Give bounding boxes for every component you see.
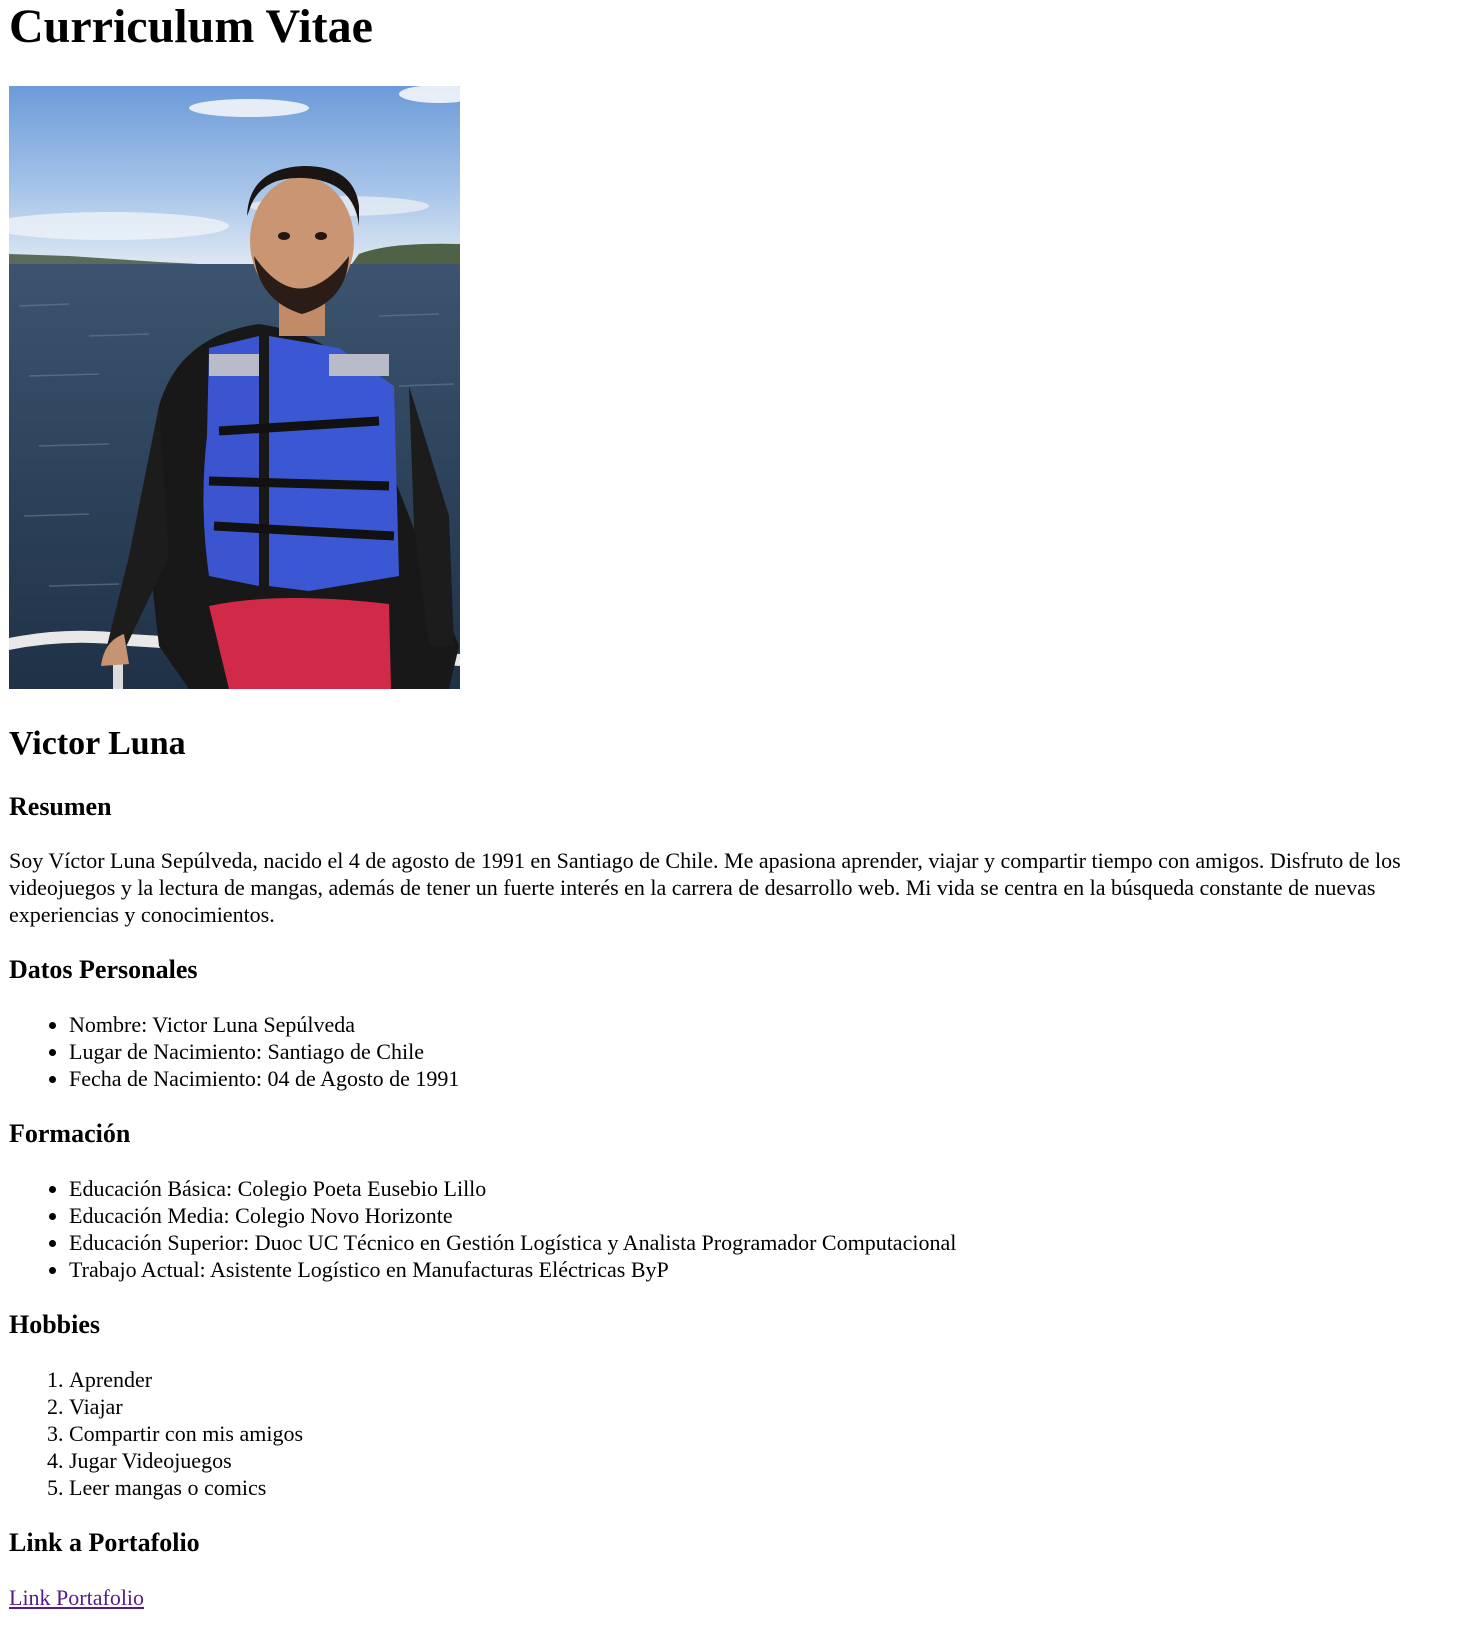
list-item: Fecha de Nacimiento: 04 de Agosto de 199… [69,1065,1475,1092]
list-item: Educación Superior: Duoc UC Técnico en G… [69,1229,1475,1256]
list-item: Nombre: Victor Luna Sepúlveda [69,1011,1475,1038]
personal-data-heading: Datos Personales [9,955,198,984]
person-name: Victor Luna [9,725,186,762]
list-item: Educación Básica: Colegio Poeta Eusebio … [69,1175,1475,1202]
summary-text: Soy Víctor Luna Sepúlveda, nacido el 4 d… [9,848,1401,927]
profile-photo [9,86,460,689]
page-title: Curriculum Vitae [9,0,373,53]
personal-data-list: Nombre: Victor Luna Sepúlveda Lugar de N… [9,1011,1475,1092]
list-item: Jugar Videojuegos [69,1447,1475,1474]
education-list: Educación Básica: Colegio Poeta Eusebio … [9,1175,1475,1283]
education-heading: Formación [9,1119,131,1148]
hobbies-section: Hobbies Aprender Viajar Compartir con mi… [9,1309,1475,1501]
summary-heading: Resumen [9,792,112,821]
list-item: Lugar de Nacimiento: Santiago de Chile [69,1038,1475,1065]
list-item: Educación Media: Colegio Novo Horizonte [69,1202,1475,1229]
list-item: Compartir con mis amigos [69,1420,1475,1447]
personal-data-section: Datos Personales Nombre: Victor Luna Sep… [9,954,1475,1092]
list-item: Leer mangas o comics [69,1474,1475,1501]
portfolio-section: Link a Portafolio Link Portafolio [9,1527,1475,1611]
list-item: Aprender [69,1366,1475,1393]
education-section: Formación Educación Básica: Colegio Poet… [9,1118,1475,1283]
hobbies-heading: Hobbies [9,1310,101,1339]
portfolio-link[interactable]: Link Portafolio [9,1584,144,1611]
hobbies-list: Aprender Viajar Compartir con mis amigos… [9,1366,1475,1501]
list-item: Viajar [69,1393,1475,1420]
list-item: Trabajo Actual: Asistente Logístico en M… [69,1256,1475,1283]
summary-section: Resumen Soy Víctor Luna Sepúlveda, nacid… [9,791,1475,928]
portfolio-heading: Link a Portafolio [9,1528,200,1557]
cv-page: Curriculum Vitae Victor Luna Resumen Soy… [0,0,1484,1611]
